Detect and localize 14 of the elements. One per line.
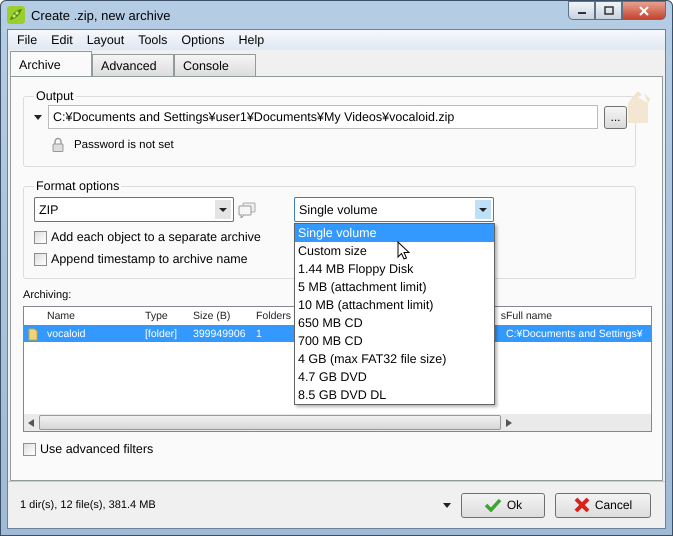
checkbox-label: Add each object to a separate archive [51,230,261,244]
table-cell: 1 [256,328,262,340]
status-text: 1 dir(s), 12 file(s), 381.4 MB [20,499,156,511]
archiving-label: Archiving: [23,289,72,301]
table-cell: vocaloid [47,328,86,340]
password-status: Password is not set [74,138,174,150]
group-label: Format options [35,179,120,193]
table-cell: [folder] [145,328,178,340]
table-cell: C:¥Documents and Settings¥ [506,328,643,340]
group-label: Output [35,89,75,103]
checkbox-label: Use advanced filters [40,442,154,456]
window-title: Create .zip, new archive [31,8,170,22]
table-cell: 399949906 [193,328,246,340]
checkbox-label: Append timestamp to archive name [51,252,248,266]
